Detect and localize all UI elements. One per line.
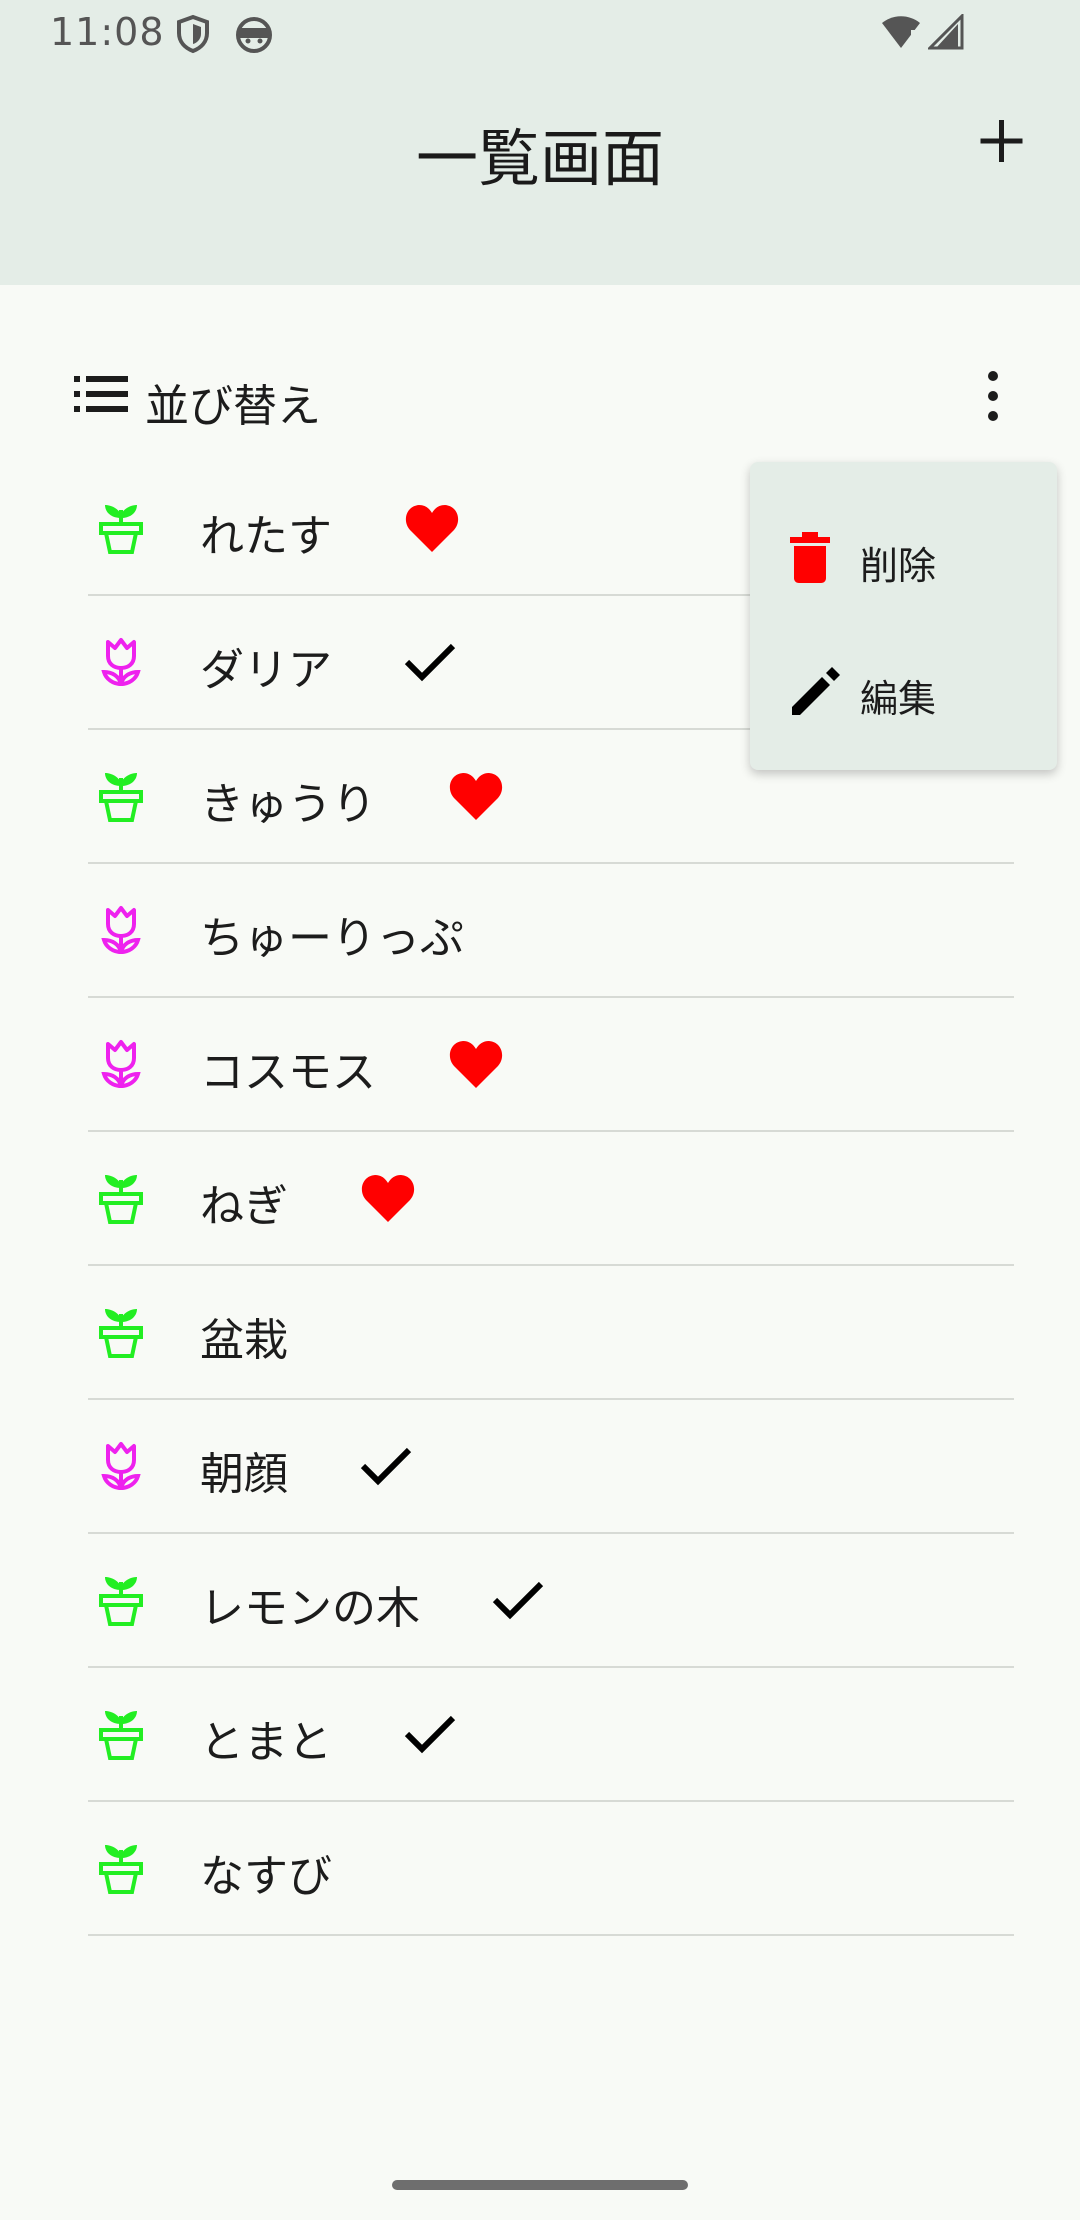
app-bar: 11:08 一覧画面 bbox=[0, 0, 1080, 285]
plant-name: れたす bbox=[200, 511, 332, 562]
edit-menu-item[interactable]: 編集 bbox=[750, 635, 1057, 745]
tulip-icon bbox=[101, 1442, 141, 1491]
plant-name: コスモス bbox=[200, 1047, 376, 1098]
plant-row[interactable]: とまと bbox=[88, 1668, 1014, 1802]
plant-name: レモンの木 bbox=[200, 1583, 420, 1634]
sprout-icon bbox=[99, 1175, 143, 1224]
check-icon bbox=[404, 1715, 456, 1754]
more-vert-icon[interactable] bbox=[960, 370, 1020, 426]
page-title: 一覧画面 bbox=[415, 122, 664, 195]
plus-icon[interactable] bbox=[972, 112, 1032, 172]
sort-label: 並び替え bbox=[145, 381, 321, 432]
check-icon bbox=[404, 643, 456, 682]
check-icon bbox=[360, 1447, 412, 1486]
plant-name: 朝顔 bbox=[200, 1449, 288, 1500]
plant-row[interactable]: コスモス bbox=[88, 998, 1014, 1132]
plant-name: 盆栽 bbox=[200, 1315, 288, 1366]
plant-name: なすび bbox=[200, 1851, 332, 1902]
plant-name: ねぎ bbox=[200, 1181, 288, 1232]
delete-label: 削除 bbox=[860, 544, 937, 588]
overflow-menu: 削除 編集 bbox=[750, 462, 1057, 770]
list-icon bbox=[74, 376, 128, 412]
plant-row[interactable]: ちゅーりっぷ bbox=[88, 864, 1014, 998]
plant-name: ちゅーりっぷ bbox=[200, 913, 464, 964]
pencil-icon bbox=[792, 667, 840, 715]
heart-icon bbox=[361, 1175, 415, 1222]
plant-name: ダリア bbox=[200, 645, 332, 696]
plant-row[interactable]: ねぎ bbox=[88, 1132, 1014, 1266]
plant-row[interactable]: 朝顔 bbox=[88, 1400, 1014, 1534]
home-indicator[interactable] bbox=[392, 2180, 688, 2190]
android-face-icon bbox=[236, 17, 272, 53]
plant-name: きゅうり bbox=[200, 779, 376, 830]
delete-menu-item[interactable]: 削除 bbox=[750, 502, 1057, 612]
heart-icon bbox=[449, 1041, 503, 1088]
wifi-icon bbox=[882, 16, 920, 48]
trash-icon bbox=[790, 532, 830, 583]
sprout-icon bbox=[99, 1309, 143, 1358]
tulip-icon bbox=[101, 906, 141, 955]
plant-row[interactable]: 盆栽 bbox=[88, 1266, 1014, 1400]
sprout-icon bbox=[99, 1577, 143, 1626]
sprout-icon bbox=[99, 1711, 143, 1760]
edit-label: 編集 bbox=[860, 677, 937, 721]
sprout-icon bbox=[99, 505, 143, 554]
tulip-icon bbox=[101, 638, 141, 687]
sort-button[interactable]: 並び替え bbox=[70, 360, 1030, 432]
heart-icon bbox=[405, 505, 459, 552]
tulip-icon bbox=[101, 1040, 141, 1089]
heart-icon bbox=[449, 773, 503, 820]
check-icon bbox=[492, 1581, 544, 1620]
sprout-icon bbox=[99, 773, 143, 822]
plant-row[interactable]: なすび bbox=[88, 1802, 1014, 1936]
status-time: 11:08 bbox=[50, 10, 165, 54]
sprout-icon bbox=[99, 1845, 143, 1894]
shield-icon bbox=[177, 14, 209, 54]
plant-name: とまと bbox=[200, 1717, 332, 1768]
signal-icon bbox=[928, 14, 964, 50]
plant-row[interactable]: レモンの木 bbox=[88, 1534, 1014, 1668]
